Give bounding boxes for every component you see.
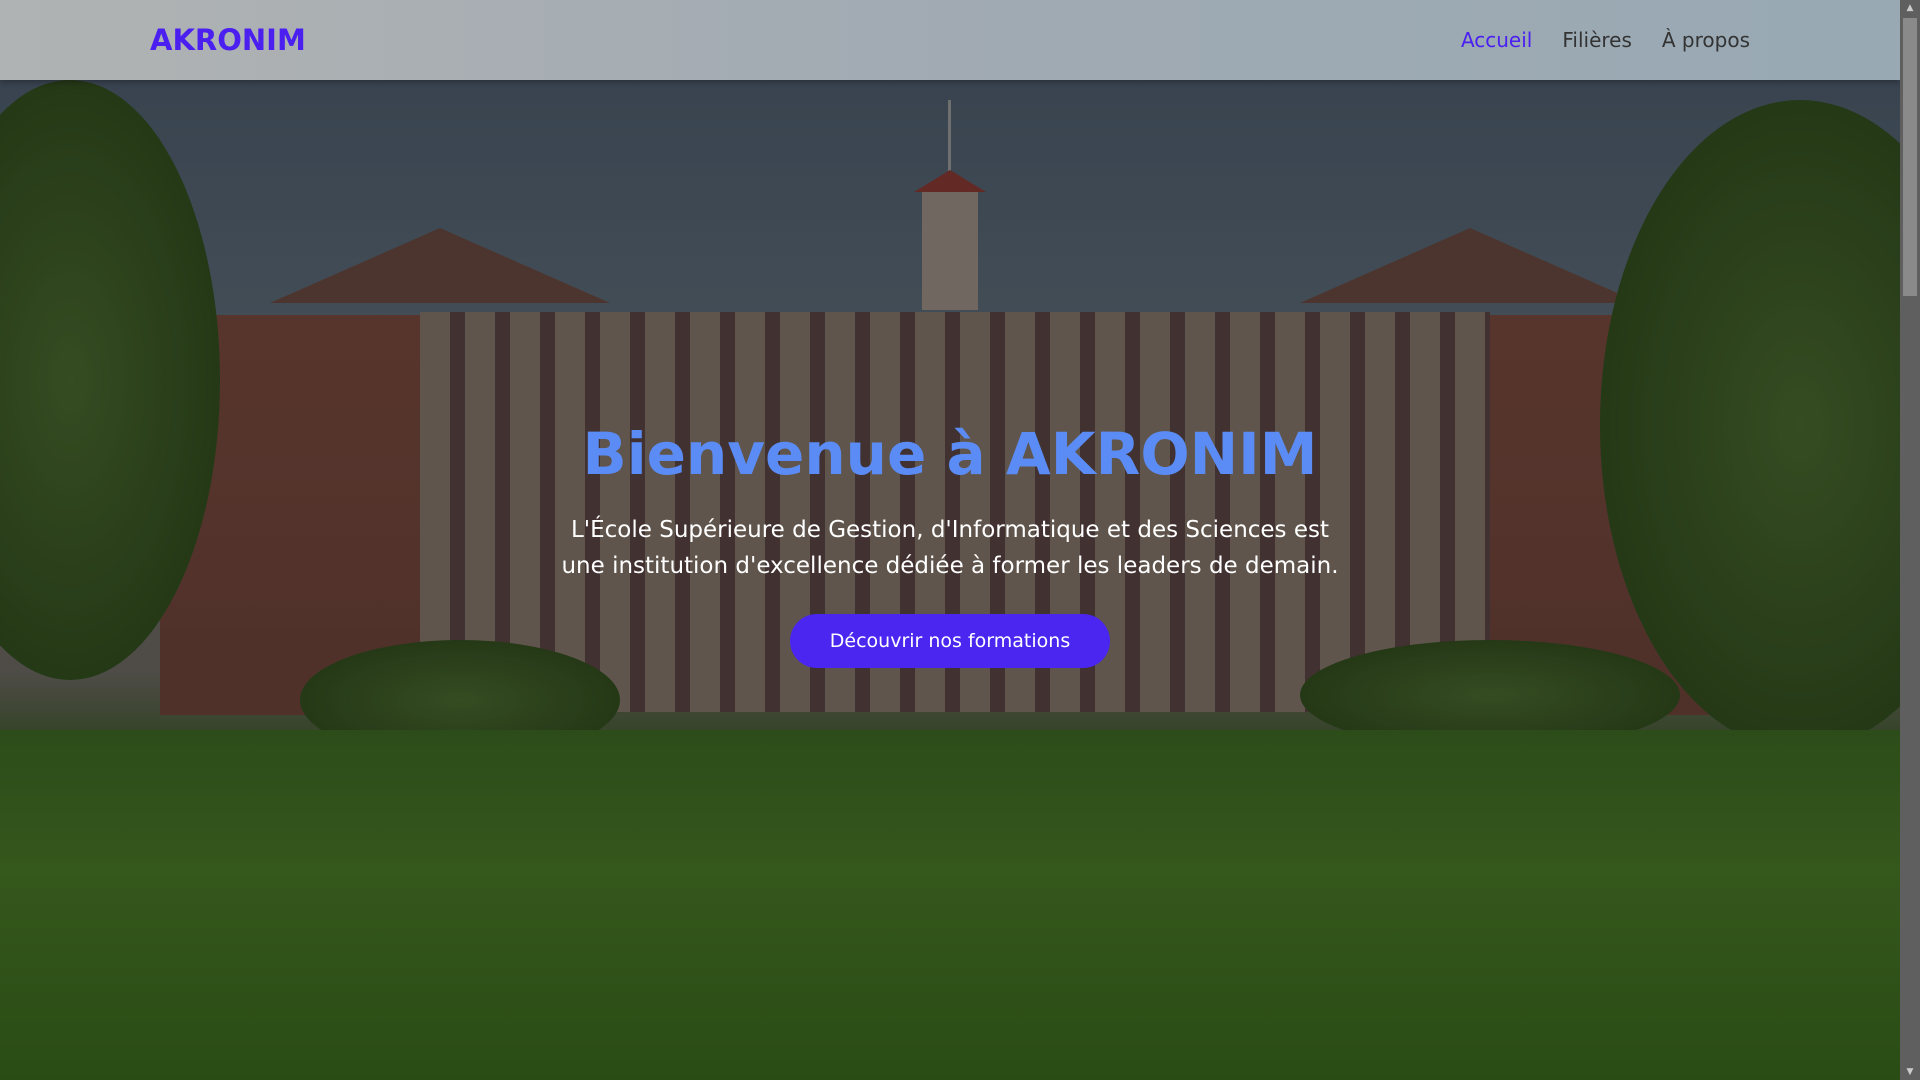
nav-links: Accueil Filières À propos [1461,28,1750,52]
navbar: AKRONIM Accueil Filières À propos [0,0,1900,80]
hero-title: Bienvenue à AKRONIM [582,420,1318,488]
scrollbar[interactable]: ▲ ▼ [1900,0,1920,1080]
hero-subtitle: L'École Supérieure de Gestion, d'Informa… [561,517,1339,579]
logo-link[interactable]: AKRONIM [150,23,306,57]
scroll-down-arrow-icon[interactable]: ▼ [1900,1064,1920,1080]
hero-content: Bienvenue à AKRONIM L'École Supérieure d… [0,420,1900,668]
nav-link-accueil[interactable]: Accueil [1461,28,1532,52]
page: AKRONIM Accueil Filières À propos Bienve… [0,0,1900,1080]
discover-formations-button[interactable]: Découvrir nos formations [789,614,1111,668]
scroll-up-arrow-icon[interactable]: ▲ [1900,0,1920,16]
nav-link-filieres[interactable]: Filières [1562,28,1632,52]
scrollbar-thumb[interactable] [1903,18,1917,296]
nav-link-a-propos[interactable]: À propos [1662,28,1750,52]
